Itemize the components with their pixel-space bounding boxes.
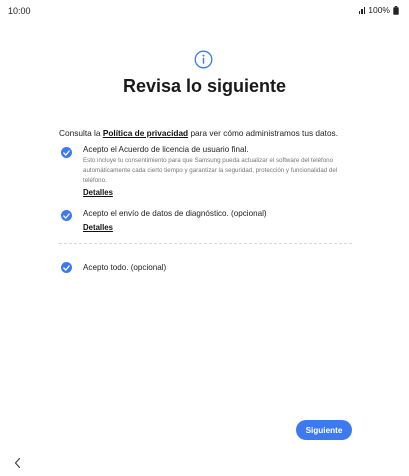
page-title: Revisa lo siguiente	[122, 76, 287, 96]
intro-suffix: para ver cómo administramos tus datos.	[188, 128, 339, 138]
diagnostics-title: Acepto el envío de datos de diagnóstico.…	[83, 209, 267, 218]
privacy-intro: Consulta la Política de privacidad para …	[59, 128, 338, 138]
check-icon	[63, 212, 70, 219]
eula-title: Acepto el Acuerdo de licencia de usuario…	[83, 145, 249, 154]
status-bar: 10:00 100%	[0, 0, 409, 22]
chevron-left-icon	[14, 457, 21, 469]
accept-all-label[interactable]: Acepto todo. (opcional)	[83, 263, 166, 272]
back-button[interactable]	[10, 455, 26, 471]
info-icon	[194, 50, 213, 69]
check-icon	[63, 264, 70, 271]
eula-details-link[interactable]: Detalles	[83, 188, 113, 197]
next-button[interactable]: Siguiente	[296, 420, 352, 440]
privacy-policy-link[interactable]: Política de privacidad	[103, 128, 188, 138]
signal-icon	[358, 6, 366, 14]
intro-prefix: Consulta la	[59, 128, 103, 138]
divider	[59, 243, 352, 244]
status-time: 10:00	[8, 6, 31, 16]
accept-all-checkbox[interactable]	[61, 262, 72, 273]
check-icon	[63, 149, 70, 156]
battery-icon	[393, 5, 399, 15]
diagnostics-details-link[interactable]: Detalles	[83, 223, 113, 232]
status-right: 100%	[358, 5, 399, 15]
eula-description: Esto incluye tu consentimiento para que …	[83, 157, 338, 184]
eula-checkbox[interactable]	[61, 147, 72, 158]
diagnostics-checkbox[interactable]	[61, 210, 72, 221]
battery-percent: 100%	[368, 5, 390, 15]
